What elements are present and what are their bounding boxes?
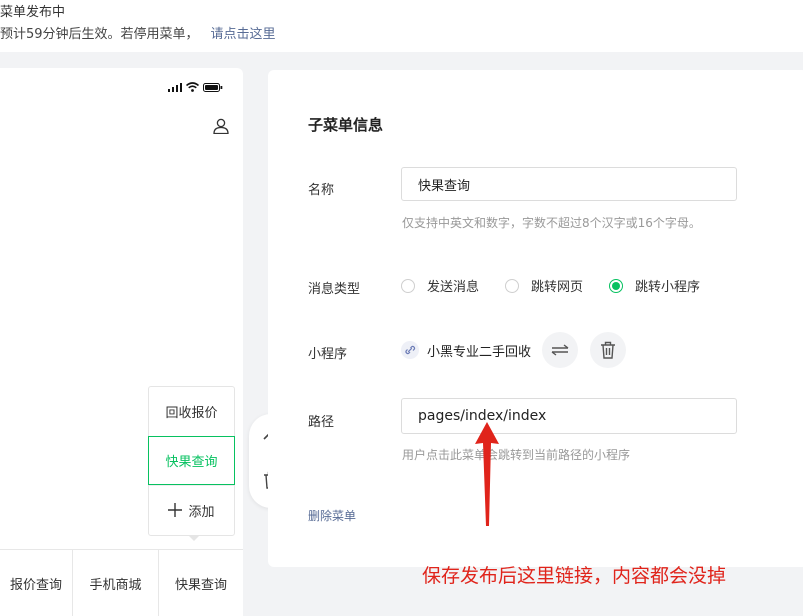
publish-notice: 菜单发布中 预计59分钟后生效。若停用菜单， 请点击这里 — [0, 0, 803, 52]
notice-detail: 预计59分钟后生效。若停用菜单， 请点击这里 — [0, 23, 276, 42]
menu-tab[interactable]: 快果查询 — [159, 550, 243, 616]
add-submenu-label: 添加 — [188, 504, 215, 520]
path-input[interactable]: pages/index/index — [401, 398, 737, 434]
submenu-popup: 回收报价 快果查询 添加 — [148, 386, 235, 536]
submenu-item-selected[interactable]: 快果查询 — [148, 436, 235, 485]
menu-bar: 报价查询 手机商城 快果查询 — [0, 549, 243, 616]
delete-miniprogram-button[interactable] — [590, 332, 627, 368]
notice-status: 菜单发布中 — [0, 5, 66, 20]
name-label: 名称 — [308, 183, 335, 198]
plus-icon — [168, 503, 183, 517]
message-type-radio-group: 发送消息 跳转网页 跳转小程序 — [401, 276, 726, 295]
user-icon[interactable] — [213, 118, 229, 134]
swap-icon — [551, 344, 569, 356]
radio-dot-selected — [609, 278, 624, 293]
name-hint: 仅支持中英文和数字，字数不超过8个汉字或16个字母。 — [402, 216, 701, 230]
status-bar — [168, 82, 223, 92]
miniprogram-selector: 小黑专业二手回收 — [401, 332, 627, 368]
submenu-pointer — [188, 535, 200, 541]
miniprogram-label: 小程序 — [308, 347, 348, 362]
path-label: 路径 — [308, 415, 335, 430]
battery-icon — [203, 82, 223, 92]
phone-preview: 回收报价 快果查询 添加 报价查询 手机商城 快果查询 — [0, 68, 243, 616]
panel-title: 子菜单信息 — [308, 116, 384, 134]
radio-label: 发送消息 — [427, 280, 480, 295]
path-hint: 用户点击此菜单会跳转到当前路径的小程序 — [402, 448, 631, 462]
signal-icon — [168, 82, 182, 92]
trash-icon — [601, 341, 616, 359]
wifi-icon — [186, 82, 199, 92]
add-submenu-button[interactable]: 添加 — [149, 485, 234, 534]
swap-miniprogram-button[interactable] — [542, 332, 579, 368]
annotation-arrow — [475, 422, 499, 526]
submenu-info-panel: 子菜单信息 名称 快果查询 仅支持中英文和数字，字数不超过8个汉字或16个字母。… — [268, 70, 803, 567]
notice-detail-text: 预计59分钟后生效。若停用菜单， — [0, 27, 199, 42]
menu-tab[interactable]: 手机商城 — [73, 550, 159, 616]
notice-link[interactable]: 请点击这里 — [211, 27, 276, 42]
radio-jump-miniprogram[interactable]: 跳转小程序 — [609, 276, 700, 295]
annotation-text: 保存发布后这里链接，内容都会没掉 — [422, 565, 727, 587]
radio-label: 跳转小程序 — [635, 280, 701, 295]
radio-jump-webpage[interactable]: 跳转网页 — [505, 276, 583, 295]
name-input-value: 快果查询 — [418, 178, 471, 194]
radio-dot — [401, 278, 415, 293]
radio-send-message[interactable]: 发送消息 — [401, 276, 479, 295]
submenu-item[interactable]: 回收报价 — [149, 387, 234, 436]
name-input[interactable]: 快果查询 — [401, 167, 737, 201]
miniprogram-name: 小黑专业二手回收 — [427, 344, 532, 360]
link-icon — [401, 341, 419, 359]
menu-tab[interactable]: 报价查询 — [0, 550, 73, 616]
delete-menu-link[interactable]: 删除菜单 — [308, 507, 356, 524]
radio-dot — [505, 278, 520, 293]
radio-label: 跳转网页 — [531, 280, 584, 295]
type-label: 消息类型 — [308, 282, 361, 297]
